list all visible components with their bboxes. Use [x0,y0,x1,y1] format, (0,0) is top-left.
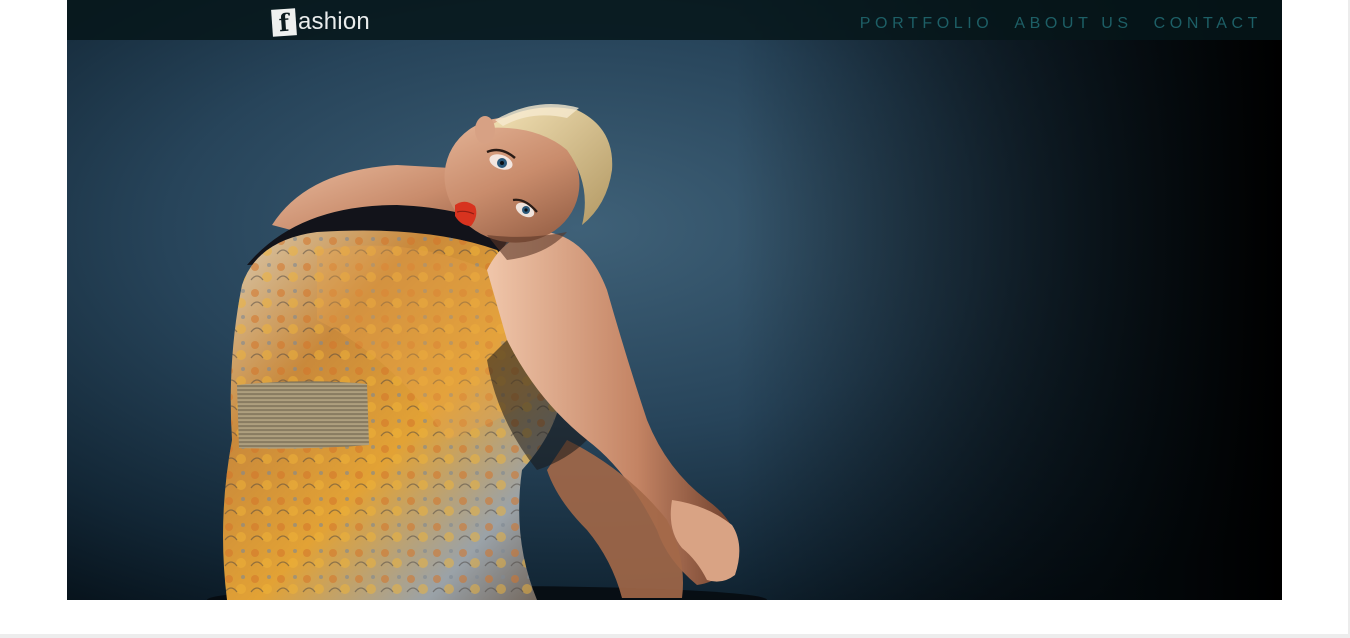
top-navigation-bar: f ashion PORTFOLIO ABOUT US CONTACT [67,0,1282,40]
hero-banner: f ashion PORTFOLIO ABOUT US CONTACT [67,0,1282,600]
logo-text: ashion [298,8,370,35]
nav-link-about-us[interactable]: ABOUT US [1014,15,1132,33]
site-logo[interactable]: f ashion [271,6,370,38]
page: f ashion PORTFOLIO ABOUT US CONTACT [0,0,1350,638]
nav-link-portfolio[interactable]: PORTFOLIO [860,15,994,33]
page-bottom-divider [0,634,1350,638]
logo-letter-mark: f [271,7,297,37]
main-nav: PORTFOLIO ABOUT US CONTACT [839,15,1262,33]
fashion-model-photo [67,0,1282,600]
nav-link-contact[interactable]: CONTACT [1154,15,1262,33]
